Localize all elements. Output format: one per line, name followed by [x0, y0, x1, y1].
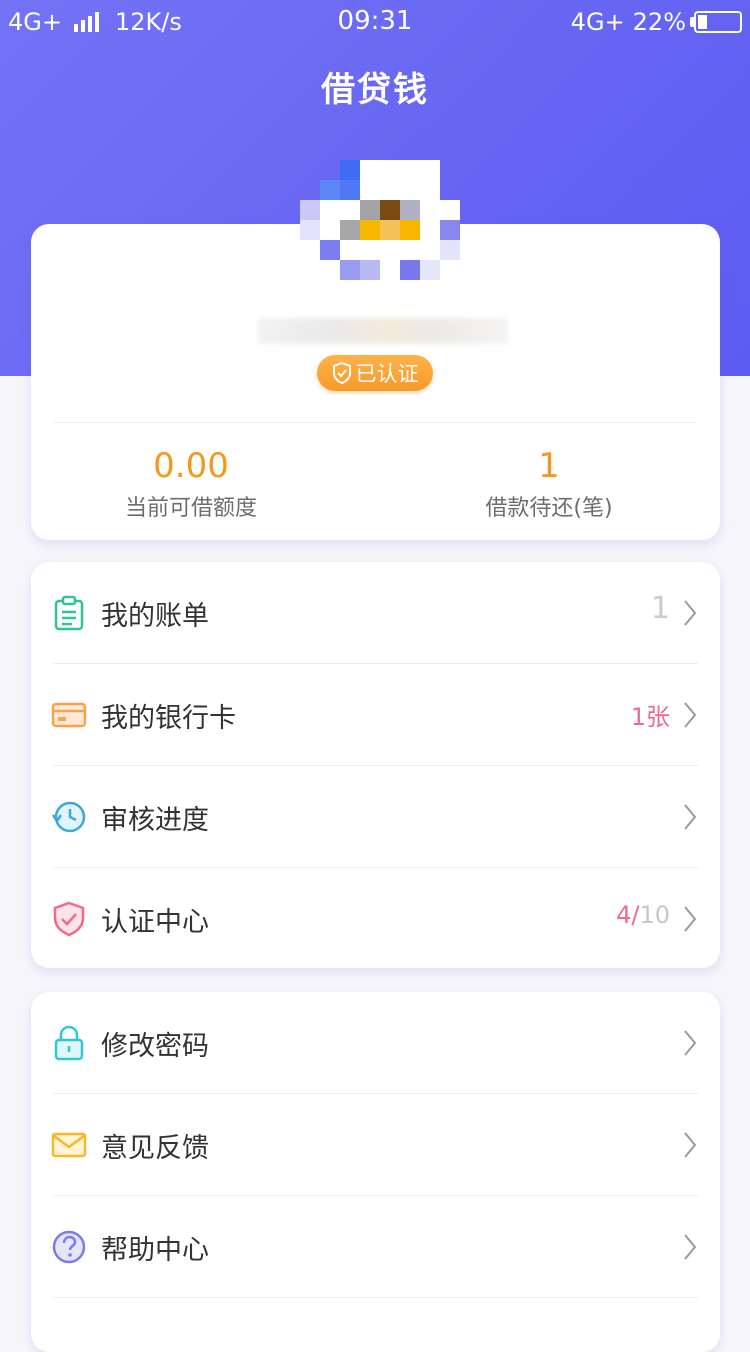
menu-separator [53, 1297, 698, 1298]
menu-item-review-progress[interactable]: 审核进度 [31, 766, 720, 868]
menu-card-settings: 修改密码 意见反馈 帮助中心 [31, 992, 720, 1352]
menu-label-bank-cards: 我的银行卡 [101, 703, 236, 734]
verification-done-count: 4 [616, 901, 632, 929]
username-blurred [258, 318, 508, 344]
bank-card-icon [51, 702, 87, 728]
verified-label: 已认证 [355, 362, 419, 386]
page-title: 借贷钱 [321, 70, 429, 110]
battery-level [698, 15, 707, 29]
menu-item-verification-center[interactable]: 认证中心 4/10 [31, 868, 720, 970]
menu-item-feedback[interactable]: 意见反馈 [31, 1094, 720, 1196]
chevron-right-icon [684, 1030, 697, 1056]
chevron-right-icon [684, 1132, 697, 1158]
verified-badge: 已认证 [317, 355, 433, 391]
question-icon [52, 1230, 86, 1264]
chevron-right-icon [684, 906, 697, 932]
clipboard-icon [54, 595, 84, 631]
available-credit-value: 0.00 [153, 446, 229, 486]
menu-label-review-progress: 审核进度 [101, 805, 209, 836]
chevron-right-icon [684, 1234, 697, 1260]
avatar[interactable] [300, 160, 460, 300]
menu-item-bills[interactable]: 我的账单 1 [31, 562, 720, 664]
bank-cards-count: 1张 [630, 703, 670, 731]
pending-loans-value: 1 [538, 446, 560, 486]
chevron-right-icon [684, 702, 697, 728]
verification-total-count: 10 [639, 901, 670, 929]
menu-item-help-center[interactable]: 帮助中心 [31, 1196, 720, 1298]
menu-label-help-center: 帮助中心 [101, 1235, 209, 1266]
menu-item-change-password[interactable]: 修改密码 [31, 992, 720, 1094]
verification-progress: 4/10 [616, 901, 670, 929]
menu-card-account: 我的账单 1 我的银行卡 1张 审核进度 认证中心 4/10 [31, 562, 720, 968]
menu-item-bank-cards[interactable]: 我的银行卡 1张 [31, 664, 720, 766]
chevron-right-icon [684, 804, 697, 830]
battery-percent: 22% [632, 8, 686, 36]
shield-check-icon [53, 901, 85, 937]
status-right: 4G+ 22% [571, 8, 742, 36]
bills-count: 1 [650, 591, 670, 626]
chevron-right-icon [684, 600, 697, 626]
menu-label-verification-center: 认证中心 [101, 907, 209, 938]
envelope-icon [51, 1132, 87, 1158]
menu-label-feedback: 意见反馈 [101, 1133, 209, 1164]
pending-loans: 1 借款待还(笔) [449, 446, 649, 522]
network-type-right: 4G+ [570, 8, 625, 36]
menu-label-change-password: 修改密码 [101, 1031, 209, 1062]
available-credit-label: 当前可借额度 [124, 496, 257, 521]
lock-icon [54, 1025, 84, 1061]
pending-loans-label: 借款待还(笔) [485, 496, 613, 521]
profile-divider [54, 422, 697, 423]
status-bar: 4G+ 12K/s 09:31 4G+ 22% [0, 0, 750, 46]
clock-icon [51, 801, 86, 833]
shield-icon [332, 362, 351, 384]
menu-label-bills: 我的账单 [101, 601, 209, 632]
battery-icon [690, 11, 742, 33]
available-credit: 0.00 当前可借额度 [91, 446, 291, 522]
